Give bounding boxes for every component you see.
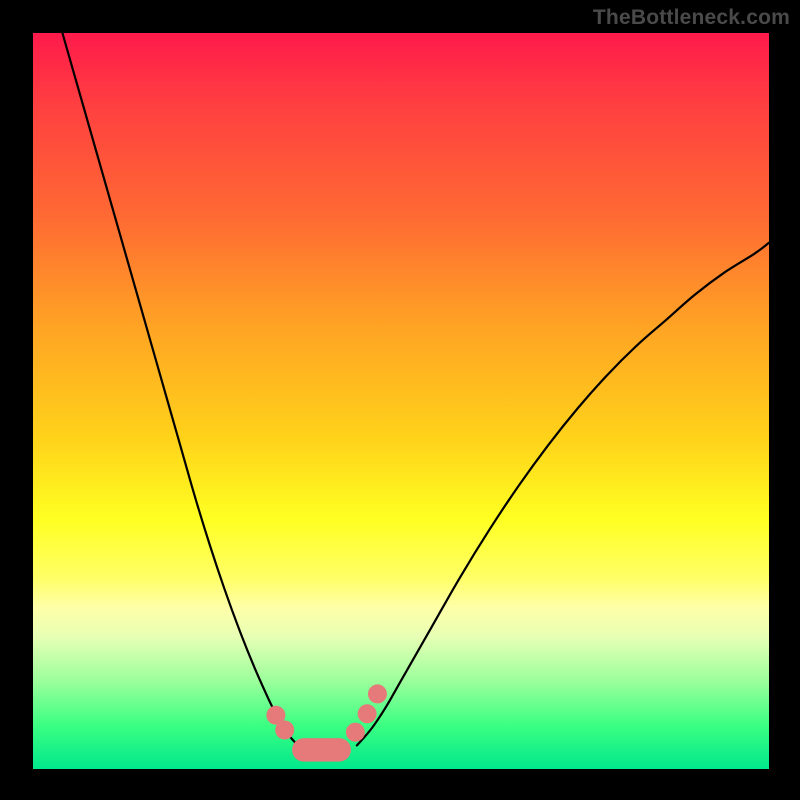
data-marker <box>358 704 377 723</box>
left-bottleneck-curve <box>62 33 298 745</box>
curve-layer <box>33 33 769 769</box>
trough-bar <box>292 738 351 762</box>
watermark-text: TheBottleneck.com <box>593 6 790 30</box>
data-marker <box>346 723 365 742</box>
chart-frame: TheBottleneck.com <box>0 0 800 800</box>
data-marker <box>275 720 294 739</box>
right-bottleneck-curve <box>357 243 769 746</box>
plot-area <box>33 33 769 769</box>
data-marker <box>368 684 387 703</box>
